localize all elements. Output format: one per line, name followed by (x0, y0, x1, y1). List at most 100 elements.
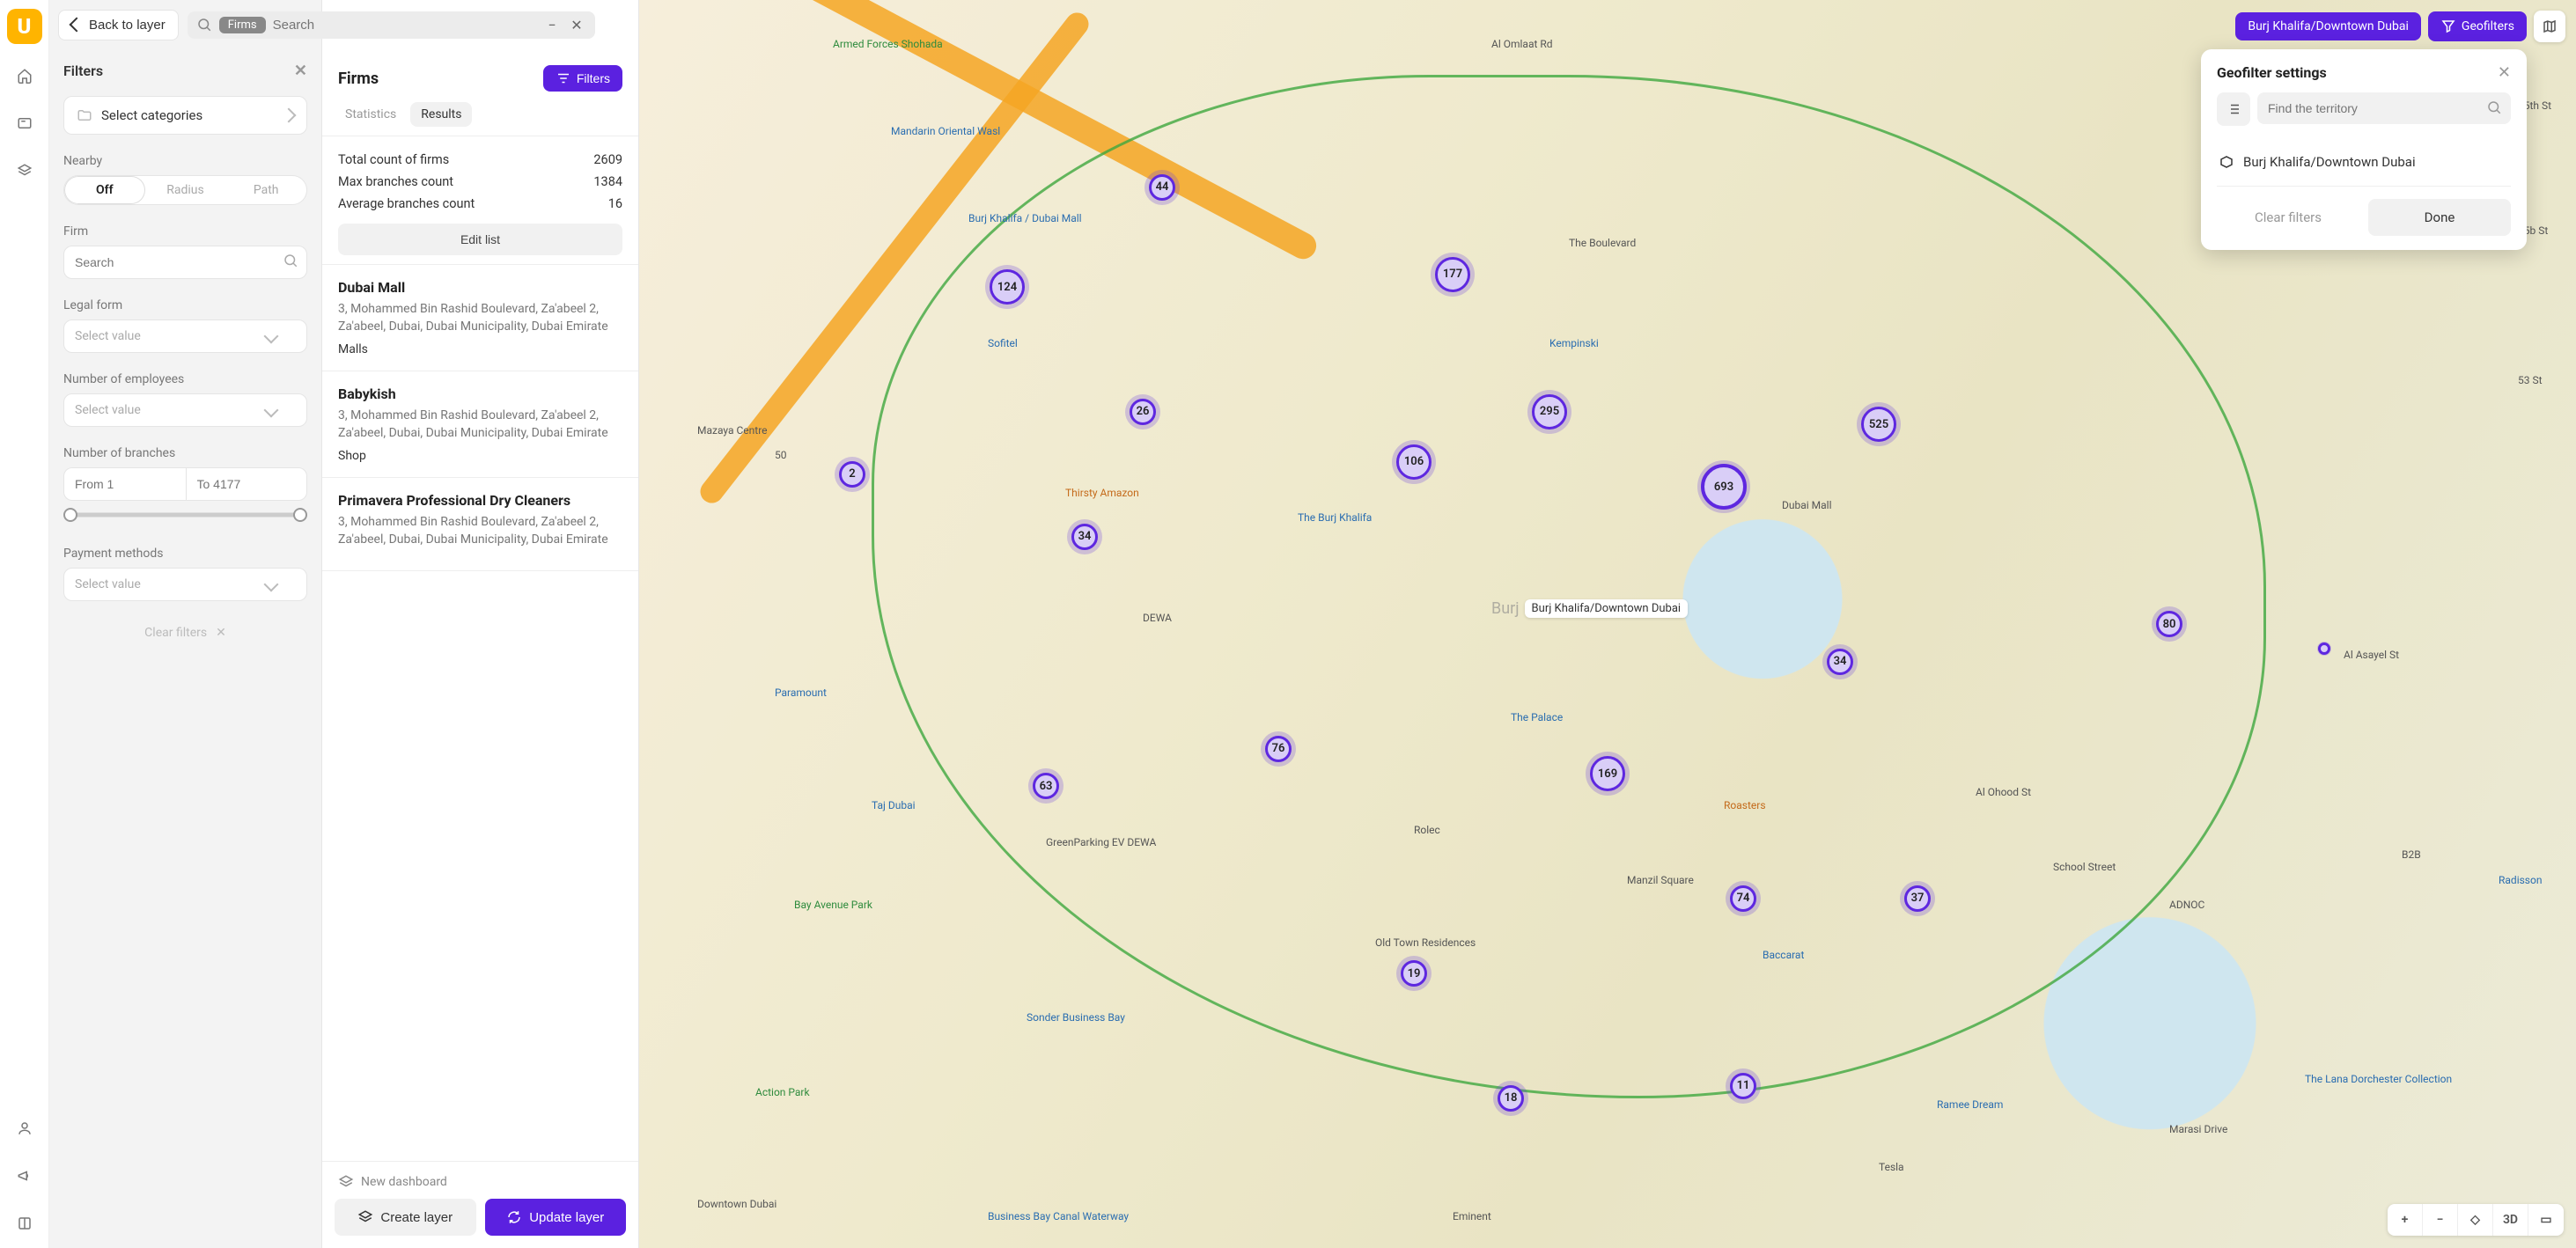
firm-item[interactable]: Primavera Professional Dry Cleaners3, Mo… (322, 478, 638, 570)
stat-label: Total count of firms (338, 152, 449, 167)
map-cluster[interactable]: 295 (1532, 394, 1567, 429)
nearby-off[interactable]: Off (64, 176, 145, 204)
close-geofilter-icon[interactable]: ✕ (2498, 63, 2511, 82)
firm-item[interactable]: Dubai Mall3, Mohammed Bin Rashid Bouleva… (322, 265, 638, 371)
map-poi-label: Al Ohood St (1976, 786, 2031, 798)
map-cluster[interactable] (2318, 642, 2330, 655)
map-cluster[interactable]: 124 (990, 269, 1025, 305)
clear-filters-label: Clear filters (144, 626, 207, 640)
map-poi-label: Sonder Business Bay (1027, 1011, 1125, 1024)
location-pill[interactable]: Burj Khalifa/Downtown Dubai (2235, 12, 2421, 40)
ruler-button[interactable]: ▭ (2528, 1204, 2564, 1236)
compass-button[interactable]: ◇ (2458, 1204, 2493, 1236)
firm-list[interactable]: Dubai Mall3, Mohammed Bin Rashid Bouleva… (322, 265, 638, 1161)
chevron-right-icon (282, 108, 297, 123)
left-rail: U (0, 0, 49, 1248)
map-cluster[interactable]: 19 (1401, 960, 1427, 987)
zoom-in-button[interactable]: + (2388, 1204, 2423, 1236)
new-dashboard-row[interactable]: New dashboard (335, 1171, 626, 1199)
map-poi-label: Mandarin Oriental Wasl (891, 125, 1000, 137)
card-icon[interactable] (9, 107, 40, 139)
tab-statistics[interactable]: Statistics (335, 102, 407, 127)
map-poi-label: Al Omlaat Rd (1491, 38, 1553, 50)
stat-row: Total count of firms2609 (338, 149, 622, 171)
close-filters-icon[interactable]: ✕ (294, 62, 307, 80)
map-cluster[interactable]: 37 (1904, 885, 1931, 912)
map-cluster[interactable]: 26 (1130, 399, 1156, 425)
map-poi-label: Kempinski (1549, 337, 1599, 349)
megaphone-icon[interactable] (9, 1160, 40, 1192)
map-cluster[interactable]: 525 (1861, 407, 1896, 442)
geofilter-clear-button[interactable]: Clear filters (2217, 199, 2359, 236)
map-canvas[interactable]: Burj Burj Khalifa/Downtown Dubai Armed F… (639, 0, 2576, 1248)
stat-row: Average branches count16 (338, 193, 622, 215)
geofilter-search-input[interactable] (2257, 92, 2511, 124)
map-cluster[interactable]: 18 (1498, 1085, 1524, 1112)
geofilter-item[interactable]: Burj Khalifa/Downtown Dubai (2217, 138, 2511, 187)
polygon-icon (2219, 154, 2234, 170)
create-layer-button[interactable]: Create layer (335, 1199, 476, 1236)
zoom-out-button[interactable]: − (2423, 1204, 2458, 1236)
map-cluster[interactable]: 80 (2156, 611, 2182, 637)
search-input[interactable] (273, 18, 535, 33)
back-to-layer-button[interactable]: Back to layer (58, 10, 179, 40)
home-icon[interactable] (9, 60, 40, 92)
branches-from-input[interactable] (63, 467, 186, 501)
location-pill-label: Burj Khalifa/Downtown Dubai (2248, 19, 2409, 33)
nearby-path[interactable]: Path (225, 176, 306, 204)
map-cluster[interactable]: 693 (1701, 464, 1747, 510)
branches-slider[interactable] (63, 506, 307, 524)
select-categories-button[interactable]: Select categories (63, 96, 307, 135)
refresh-icon (506, 1209, 522, 1225)
user-icon[interactable] (9, 1112, 40, 1144)
map-cluster[interactable]: 34 (1827, 649, 1853, 675)
map-cluster[interactable]: 169 (1590, 756, 1625, 791)
map-cluster[interactable]: 74 (1730, 885, 1756, 912)
minimize-icon[interactable]: − (542, 17, 562, 33)
branches-to-input[interactable] (186, 467, 308, 501)
stat-label: Max branches count (338, 174, 453, 189)
book-icon[interactable] (9, 1208, 40, 1239)
update-layer-button[interactable]: Update layer (485, 1199, 627, 1236)
select-placeholder: Select value (75, 329, 141, 343)
map-cluster[interactable]: 2 (839, 461, 865, 488)
payment-select[interactable]: Select value (63, 568, 307, 601)
app-logo[interactable]: U (7, 9, 42, 44)
funnel-icon (2440, 18, 2456, 34)
map-poi-label: Al Asayel St (2344, 649, 2399, 661)
close-icon[interactable]: ✕ (567, 17, 586, 33)
map-cluster[interactable]: 106 (1396, 444, 1432, 480)
geofilter-list-button[interactable] (2217, 92, 2250, 126)
nearby-segmented[interactable]: Off Radius Path (63, 175, 307, 205)
geofilter-done-button[interactable]: Done (2368, 199, 2511, 236)
geofilters-button[interactable]: Geofilters (2428, 11, 2527, 41)
map-cluster[interactable]: 44 (1149, 174, 1175, 201)
three-d-button[interactable]: 3D (2493, 1204, 2528, 1236)
map-poi-label: The Palace (1511, 711, 1563, 723)
geofilter-title: Geofilter settings (2217, 64, 2327, 81)
firm-address: 3, Mohammed Bin Rashid Boulevard, Za'abe… (338, 301, 622, 335)
employees-select[interactable]: Select value (63, 393, 307, 427)
create-layer-label: Create layer (380, 1210, 453, 1225)
map-cluster[interactable]: 76 (1265, 736, 1292, 762)
tab-results[interactable]: Results (410, 102, 472, 127)
nearby-radius[interactable]: Radius (145, 176, 226, 204)
layers-icon (338, 1174, 354, 1190)
map-poi-label: Mazaya Centre (697, 424, 768, 437)
map-cluster[interactable]: 34 (1071, 524, 1098, 550)
open-filters-button[interactable]: Filters (543, 65, 622, 92)
search-bar[interactable]: Firms − ✕ (188, 11, 595, 39)
map-zoom-controls: + − ◇ 3D ▭ (2388, 1204, 2564, 1236)
layers-icon[interactable] (9, 155, 40, 187)
chevron-down-icon (264, 329, 279, 344)
map-cluster[interactable]: 11 (1730, 1073, 1756, 1099)
firm-item[interactable]: Babykish3, Mohammed Bin Rashid Boulevard… (322, 371, 638, 478)
map-cluster[interactable]: 177 (1435, 257, 1470, 292)
firm-search-input[interactable] (63, 246, 307, 279)
legal-form-select[interactable]: Select value (63, 319, 307, 353)
clear-filters-button[interactable]: Clear filters ✕ (63, 617, 307, 643)
edit-list-button[interactable]: Edit list (338, 224, 622, 255)
search-chip[interactable]: Firms (219, 17, 266, 33)
map-cluster[interactable]: 63 (1033, 773, 1059, 799)
map-style-button[interactable] (2534, 11, 2565, 42)
